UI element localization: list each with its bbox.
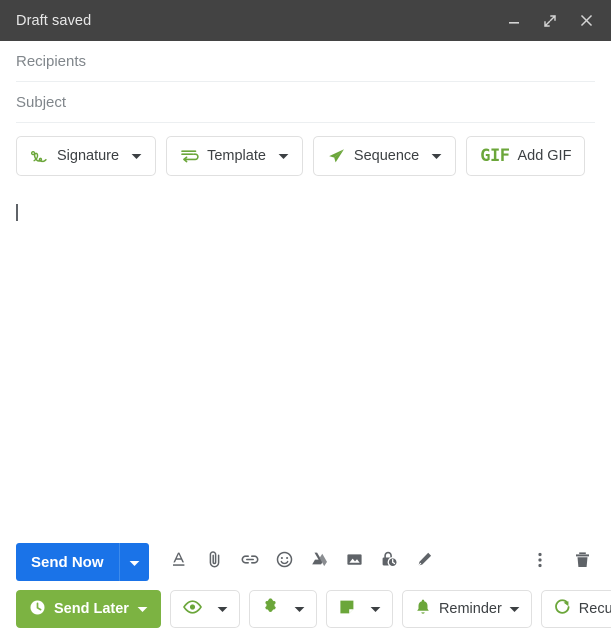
format-text-icon bbox=[170, 550, 189, 574]
window-controls bbox=[503, 10, 597, 32]
clock-icon bbox=[29, 599, 46, 620]
minimize-icon bbox=[509, 21, 519, 24]
compose-titlebar: Draft saved bbox=[0, 0, 611, 41]
close-icon bbox=[580, 14, 592, 27]
insert-signature-pen-icon bbox=[415, 550, 434, 574]
chevron-down-icon bbox=[129, 555, 140, 570]
compose-bottom-bar: Send Later Reminder Recu bbox=[0, 587, 611, 640]
puzzle-piece-icon bbox=[261, 598, 280, 620]
subject-field-row bbox=[16, 82, 595, 123]
compose-action-bar: Send Now bbox=[0, 535, 611, 587]
insert-link-icon bbox=[240, 550, 260, 574]
insert-signature-pen-button[interactable] bbox=[410, 547, 440, 577]
send-later-button-label: Send Later bbox=[54, 601, 129, 617]
confidential-mode-icon bbox=[380, 550, 400, 574]
format-text-button[interactable] bbox=[165, 547, 195, 577]
signature-button-label: Signature bbox=[57, 148, 120, 164]
compose-tools-toolbar: Signature Template Sequence GIF Add GIF bbox=[0, 123, 611, 176]
text-caret bbox=[16, 204, 18, 221]
minimize-button[interactable] bbox=[503, 10, 525, 32]
compose-window: Draft saved Recipients Subject Signature… bbox=[0, 0, 611, 640]
more-options-button[interactable] bbox=[525, 547, 555, 577]
signature-button[interactable]: Signature bbox=[16, 136, 157, 176]
expand-button[interactable] bbox=[539, 10, 561, 32]
chevron-down-icon bbox=[278, 148, 289, 164]
compose-fields bbox=[0, 41, 611, 123]
chevron-down-icon bbox=[370, 601, 381, 617]
send-now-dropdown-button[interactable] bbox=[118, 543, 149, 581]
template-button-label: Template bbox=[207, 148, 266, 164]
compose-icon-row bbox=[165, 547, 440, 577]
attach-file-button[interactable] bbox=[200, 547, 230, 577]
recurring-button-label: Recurring bbox=[578, 601, 611, 617]
insert-link-button[interactable] bbox=[235, 547, 265, 577]
attach-file-icon bbox=[205, 550, 224, 574]
recipients-input[interactable] bbox=[16, 52, 595, 70]
template-button[interactable]: Template bbox=[166, 136, 303, 176]
discard-draft-icon bbox=[573, 550, 592, 575]
email-tracking-button[interactable] bbox=[169, 590, 240, 628]
template-icon bbox=[180, 148, 199, 164]
insert-photo-button[interactable] bbox=[340, 547, 370, 577]
add-gif-button-label: Add GIF bbox=[517, 148, 572, 164]
close-button[interactable] bbox=[575, 10, 597, 32]
message-body-editor[interactable] bbox=[0, 176, 611, 535]
subject-input[interactable] bbox=[16, 93, 595, 111]
google-drive-button[interactable] bbox=[305, 547, 335, 577]
send-now-split-button: Send Now bbox=[16, 543, 149, 581]
chevron-down-icon bbox=[294, 601, 305, 617]
chevron-down-icon bbox=[431, 148, 442, 164]
expand-icon bbox=[544, 14, 556, 27]
chevron-down-icon bbox=[217, 601, 228, 617]
reminder-button-label: Reminder bbox=[438, 601, 502, 617]
insert-emoji-button[interactable] bbox=[270, 547, 300, 577]
discard-draft-button[interactable] bbox=[567, 547, 597, 577]
reminder-button[interactable]: Reminder bbox=[401, 590, 532, 628]
google-drive-icon bbox=[310, 550, 329, 574]
notes-button[interactable] bbox=[325, 590, 393, 628]
gif-logo-icon: GIF bbox=[480, 145, 510, 166]
bell-icon bbox=[414, 598, 432, 620]
confidential-mode-button[interactable] bbox=[375, 547, 405, 577]
compose-right-icons bbox=[525, 547, 597, 577]
apps-button[interactable] bbox=[248, 590, 317, 628]
draft-status-label: Draft saved bbox=[16, 12, 92, 29]
sequence-button[interactable]: Sequence bbox=[312, 136, 457, 176]
signature-squiggle-icon bbox=[30, 148, 49, 165]
recurring-button[interactable]: Recurring bbox=[540, 590, 611, 628]
chevron-down-icon bbox=[509, 601, 520, 617]
insert-emoji-icon bbox=[275, 550, 294, 574]
recurring-arrow-icon bbox=[553, 598, 572, 620]
eye-tracking-icon bbox=[182, 599, 203, 619]
insert-photo-icon bbox=[345, 550, 364, 574]
recipients-field-row bbox=[16, 41, 595, 82]
sticky-note-icon bbox=[338, 598, 356, 620]
sequence-button-label: Sequence bbox=[353, 148, 420, 164]
add-gif-button[interactable]: GIF Add GIF bbox=[466, 136, 586, 176]
chevron-down-icon bbox=[137, 601, 148, 617]
send-now-button[interactable]: Send Now bbox=[16, 543, 119, 581]
more-options-icon bbox=[537, 550, 543, 575]
paper-plane-icon bbox=[327, 147, 346, 165]
send-later-button[interactable]: Send Later bbox=[16, 590, 161, 628]
chevron-down-icon bbox=[131, 148, 142, 164]
